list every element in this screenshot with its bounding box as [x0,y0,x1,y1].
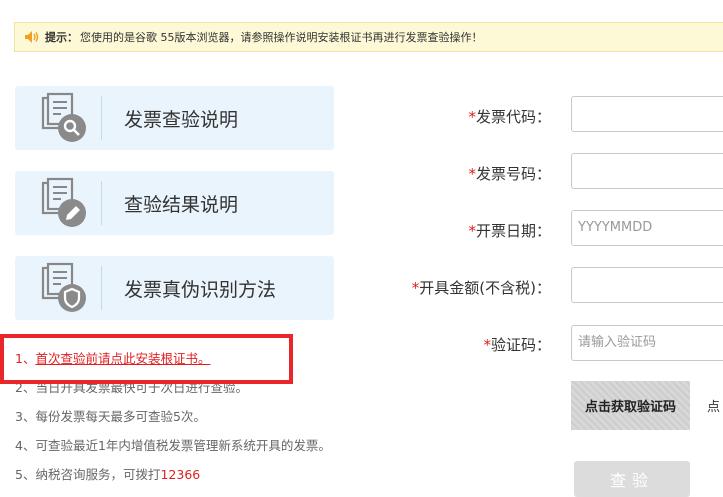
speaker-icon [25,31,39,43]
card-divider [101,181,102,225]
captcha-hint: 点 [707,400,721,415]
captcha-input[interactable]: 请输入验证码 [571,325,723,361]
notice-text: 您使用的是谷歌 55版本浏览器，请参照操作说明安装根证书再进行发票查验操作！ [80,31,483,44]
required-mark: * [468,222,476,240]
invoice-number-input[interactable] [571,153,723,189]
service-phone-number: 12366 [160,467,201,482]
card-divider [101,266,102,310]
document-edit-icon [41,177,86,227]
card-invoice-check-guide[interactable]: 发票查验说明 [15,86,334,150]
card-result-guide[interactable]: 查验结果说明 [15,171,334,235]
submit-button-label: 查验 [609,471,654,490]
required-mark: * [468,108,476,126]
amount-label: *开具金额(不含税)： [412,277,551,298]
submit-button[interactable]: 查验 [574,461,690,497]
card-label: 发票查验说明 [124,108,239,131]
issue-date-input[interactable]: YYYYMMDD [571,210,723,246]
issue-date-label-text: 开票日期： [475,222,551,240]
note-item-5-prefix: 5、纳税咨询服务，可拨打 [15,467,161,482]
note-item-3: 3、每份发票每天最多可查验5次。 [15,409,206,424]
note-item-5: 5、纳税咨询服务，可拨打12366 [15,460,331,489]
invoice-code-label-text: 发票代码： [475,108,551,126]
invoice-code-label: *发票代码： [468,106,551,127]
note-item-4: 4、可查验最近1年内增值税发票管理新系统开具的发票。 [15,438,331,453]
invoice-number-label-text: 发票号码： [475,165,551,183]
captcha-label: *验证码： [483,334,551,355]
issue-date-label: *开票日期： [468,220,551,241]
required-mark: * [468,165,476,183]
invoice-code-input[interactable] [571,96,723,132]
amount-input[interactable] [571,267,723,303]
notice-label: 提示： [45,31,78,44]
issue-date-placeholder: YYYYMMDD [578,220,653,235]
document-search-icon [41,92,86,142]
captcha-image[interactable]: 点击获取验证码 [571,381,690,430]
highlight-box [0,334,293,384]
card-divider [101,96,102,140]
amount-label-text: 开具金额(不含税)： [419,279,551,297]
captcha-placeholder: 请输入验证码 [578,335,657,350]
card-label: 查验结果说明 [124,193,239,216]
captcha-image-text: 点击获取验证码 [584,400,676,415]
captcha-label-text: 验证码： [490,336,551,354]
required-mark: * [483,336,491,354]
card-label: 发票真伪识别方法 [124,278,277,301]
document-shield-icon [41,262,86,312]
card-authenticity-guide[interactable]: 发票真伪识别方法 [15,256,334,320]
invoice-number-label: *发票号码： [468,163,551,184]
notice-bar: 提示： 您使用的是谷歌 55版本浏览器，请参照操作说明安装根证书再进行发票查验操… [14,22,723,52]
